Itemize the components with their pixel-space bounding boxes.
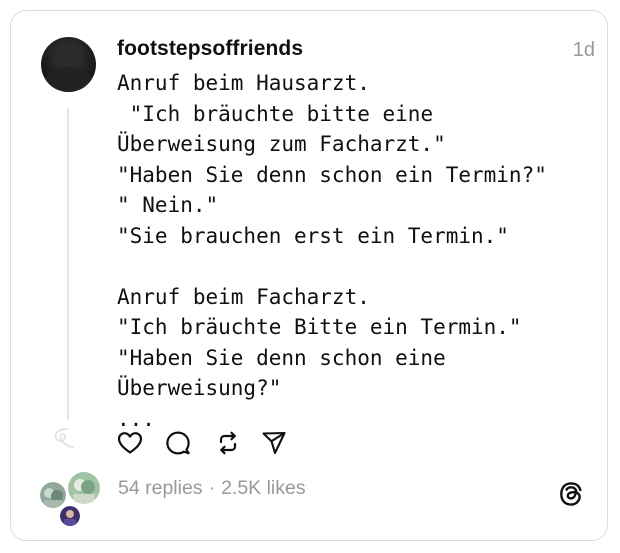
avatar-shoulders [45,67,93,92]
replier-avatar[interactable] [66,470,102,506]
comment-icon[interactable] [165,430,191,456]
post-line: "Ich bräuchte Bitte ein Termin." [117,315,522,339]
post-line: ... [117,406,155,431]
post-line: "Haben Sie denn schon eine Überweisung?" [117,345,459,401]
post-line: "Sie brauchen erst ein Termin." [117,223,509,248]
thread-curl-icon [54,428,74,448]
likes-count[interactable]: 2.5K likes [221,477,306,499]
username-link[interactable]: footstepsoffriends [117,37,303,61]
post-line: " Nein." [117,193,219,217]
post-timestamp[interactable]: 1d [573,39,595,62]
thread-line [67,108,69,420]
post-text: Anruf beim Hausarzt. "Ich bräuchte bitte… [117,68,577,434]
replies-count[interactable]: 54 replies [118,477,203,499]
post-line: "Ich bräuchte bitte eine Überweisung zum… [117,101,446,157]
avatar[interactable] [41,37,96,92]
threads-logo-icon[interactable] [557,480,585,508]
post-line: Anruf beim Hausarzt. [117,71,370,95]
replier-avatar[interactable] [58,504,82,528]
stats-separator: · [208,477,216,499]
share-icon[interactable] [261,430,287,456]
post-stats: 54 replies · 2.5K likes [118,477,306,500]
repost-icon[interactable] [215,430,241,456]
post-line: Anruf beim Facharzt. [117,284,370,309]
post-line: "Haben Sie denn schon ein Termin?" [117,162,547,187]
heart-icon[interactable] [117,430,143,456]
